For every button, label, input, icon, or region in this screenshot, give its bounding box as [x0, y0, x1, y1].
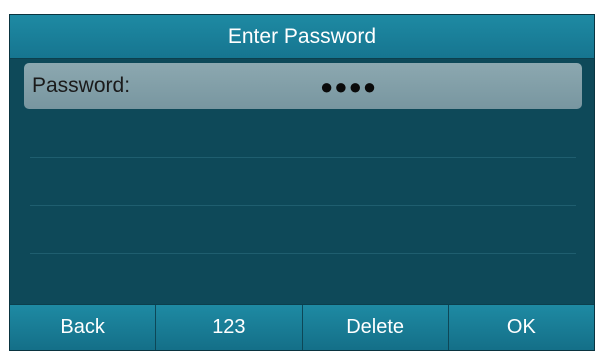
row-divider — [30, 205, 576, 206]
delete-button[interactable]: Delete — [303, 305, 449, 350]
title-bar: Enter Password — [10, 15, 594, 59]
row-divider — [30, 157, 576, 158]
ok-button[interactable]: OK — [449, 305, 594, 350]
softkey-bar: Back 123 Delete OK — [10, 304, 594, 350]
password-masked-value[interactable]: ●●●● — [320, 63, 377, 109]
content-area: Password: ●●●● — [10, 59, 594, 306]
password-field[interactable]: Password: ●●●● — [24, 63, 582, 109]
password-label: Password: — [32, 74, 131, 97]
back-button[interactable]: Back — [10, 305, 157, 350]
row-divider — [30, 253, 576, 254]
input-mode-button[interactable]: 123 — [156, 305, 303, 350]
page-title: Enter Password — [227, 24, 377, 48]
phone-screen: Enter Password Password: ●●●● Back 123 D… — [9, 14, 595, 351]
